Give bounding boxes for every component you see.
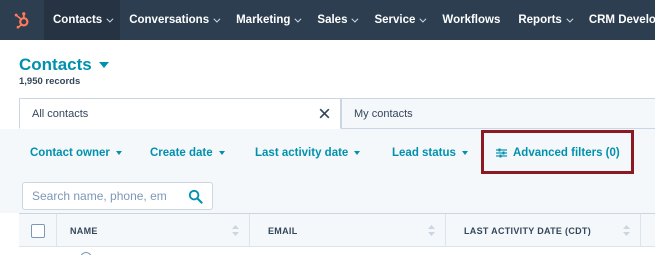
search-area [0,179,655,213]
chevron-down-icon [566,15,574,23]
nav-label: CRM Developme [588,14,655,26]
column-label: EMAIL [268,225,298,236]
filter-label: Lead status [392,147,456,159]
view-tabs: All contacts My contacts [19,98,655,129]
filter-last-activity-date[interactable]: Last activity date [255,147,361,159]
filter-create-date[interactable]: Create date [150,147,225,159]
column-header-email[interactable]: EMAIL [250,214,446,247]
nav-label: Service [374,14,416,26]
nav-sales[interactable]: Sales [308,0,365,40]
caret-down-icon [98,62,109,68]
select-all-cell [19,214,57,247]
table-header: NAME EMAIL LAST ACTIVITY DATE (CDT) [19,213,655,247]
column-label: LAST ACTIVITY DATE (CDT) [464,225,592,236]
nav-label: Marketing [236,14,291,26]
column-header-extra [641,214,655,247]
tab-label: All contacts [32,107,89,120]
nav-label: Reports [518,14,562,26]
search-input[interactable] [23,183,183,209]
nav-label: Conversations [129,14,210,26]
nav-label: Sales [317,14,348,26]
nav-reports[interactable]: Reports [509,0,579,40]
nav-marketing[interactable]: Marketing [227,0,308,40]
sort-icon[interactable] [623,225,630,236]
table-row [19,247,655,255]
search-box [22,182,213,210]
nav-workflows[interactable]: Workflows [433,0,509,40]
chevron-down-icon [106,15,114,23]
hubspot-logo-icon[interactable] [0,0,44,40]
record-count: 1,950 records [19,76,81,87]
nav-conversations[interactable]: Conversations [120,0,227,40]
column-header-last-activity-date[interactable]: LAST ACTIVITY DATE (CDT) [446,214,641,247]
nav-label: Contacts [53,14,103,26]
select-all-checkbox[interactable] [30,223,45,238]
filter-label: Contact owner [30,147,110,159]
filter-contact-owner[interactable]: Contact owner [30,147,122,159]
nav-label: Workflows [442,14,501,26]
sort-icon[interactable] [428,225,435,236]
filter-label: Create date [150,147,213,159]
filter-label: Last activity date [255,147,349,159]
sort-icon[interactable] [232,225,239,236]
page-title-dropdown[interactable]: Contacts [19,55,109,75]
column-header-name[interactable]: NAME [57,214,250,247]
chevron-down-icon [294,15,302,23]
chevron-down-icon [351,15,359,23]
caret-down-icon [115,151,122,155]
tab-label: My contacts [354,107,413,120]
top-navigation: Contacts Conversations Marketing Sales S… [0,0,655,40]
nav-crm-development[interactable]: CRM Developme [580,0,655,40]
caret-down-icon [218,151,225,155]
caret-down-icon [354,151,361,155]
nav-contacts[interactable]: Contacts [44,0,121,40]
page-title: Contacts [19,55,92,74]
tab-all-contacts[interactable]: All contacts [19,98,341,129]
tab-my-contacts[interactable]: My contacts [341,98,655,129]
search-icon[interactable] [188,189,203,204]
chevron-down-icon [213,15,221,23]
nav-service[interactable]: Service [365,0,433,40]
close-icon[interactable] [318,107,331,120]
column-label: NAME [70,225,98,236]
filter-lead-status[interactable]: Lead status [392,147,468,159]
chevron-down-icon [419,15,427,23]
advanced-filters-highlight [481,130,634,174]
caret-down-icon [461,151,468,155]
